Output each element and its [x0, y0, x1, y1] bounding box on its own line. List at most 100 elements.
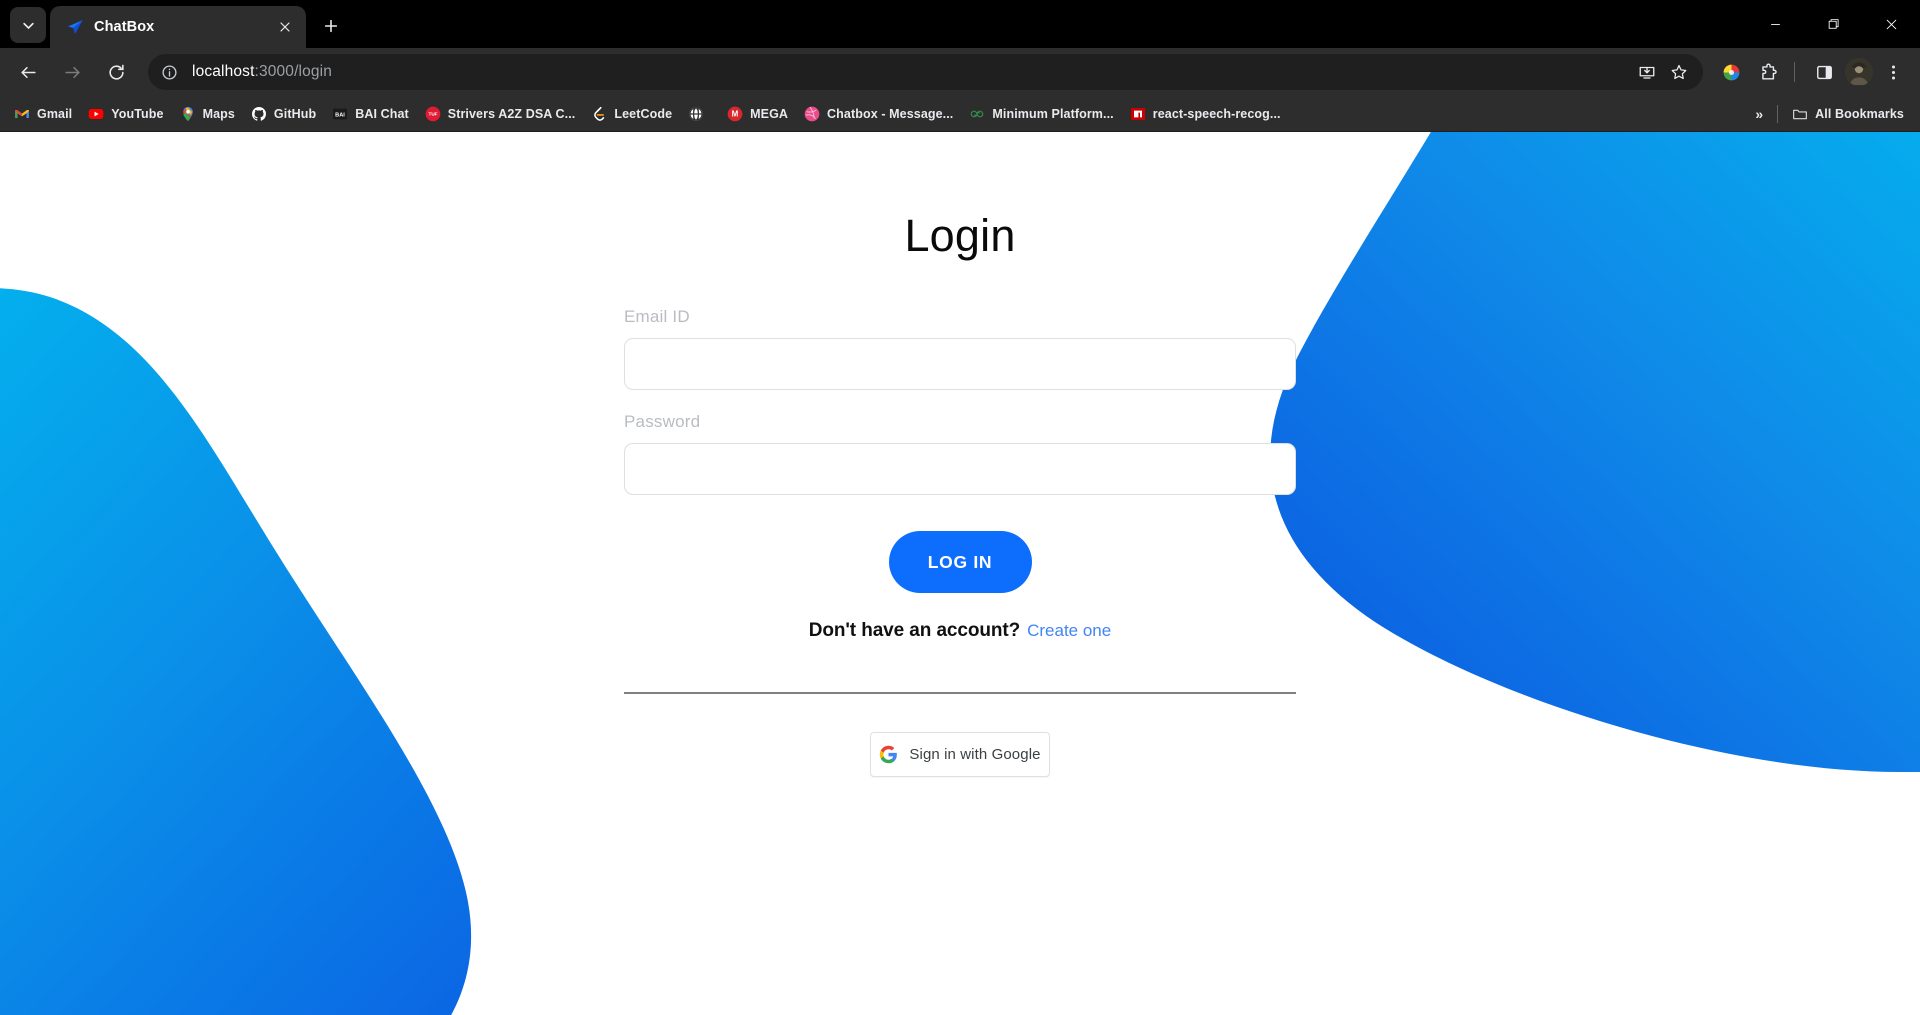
avatar-icon	[1845, 58, 1873, 86]
bookmark-github[interactable]: GitHub	[243, 101, 324, 127]
toolbar-divider	[1794, 62, 1795, 82]
page-title: Login	[904, 210, 1016, 261]
omnibox-actions	[1631, 56, 1695, 88]
decorative-blob-right	[1270, 132, 1920, 772]
tab-search-button[interactable]	[10, 7, 46, 43]
maps-icon	[180, 106, 196, 122]
email-input[interactable]	[624, 338, 1296, 390]
bookmark-label: BAI Chat	[355, 106, 409, 121]
bookmark-chatbox-message[interactable]: Chatbox - Message...	[796, 101, 961, 127]
bookmark-minimum-platform[interactable]: Minimum Platform...	[961, 101, 1121, 127]
bookmark-label: MEGA	[750, 106, 789, 121]
bookmark-mega[interactable]: M MEGA	[719, 101, 796, 127]
create-account-link[interactable]: Create one	[1027, 621, 1111, 641]
address-bar[interactable]: localhost:3000/login	[148, 54, 1703, 90]
maximize-icon	[1828, 18, 1839, 29]
side-panel-button[interactable]	[1807, 55, 1841, 89]
google-g-icon	[880, 745, 898, 764]
url-path: :3000/login	[254, 63, 333, 80]
all-bookmarks-button[interactable]: All Bookmarks	[1784, 101, 1912, 127]
chevron-down-icon	[22, 22, 34, 29]
svg-text:BAI: BAI	[335, 112, 345, 118]
plus-icon	[324, 19, 338, 33]
mega-icon: M	[727, 106, 743, 122]
maximize-button[interactable]	[1804, 0, 1862, 48]
side-panel-icon	[1816, 65, 1832, 79]
signup-question: Don't have an account?	[808, 620, 1021, 641]
forward-button[interactable]	[53, 53, 91, 91]
bookmark-label: Maps	[202, 106, 235, 121]
bookmark-label: Gmail	[37, 106, 73, 121]
color-extension-button[interactable]	[1714, 55, 1748, 89]
arrow-right-icon	[64, 66, 80, 78]
title-bar: ChatBox	[0, 0, 1920, 48]
bookmark-bai-chat[interactable]: BAI BAI Chat	[324, 101, 417, 127]
page-content: Login Email ID Password LOG IN Don't hav…	[0, 132, 1920, 1015]
bookmarks-divider	[1777, 104, 1779, 123]
google-signin-button[interactable]: Sign in with Google	[870, 732, 1050, 777]
bookmark-label: GitHub	[273, 106, 317, 121]
bookmark-label: Chatbox - Message...	[827, 106, 954, 121]
bookmarks-bar: Gmail YouTube Maps GitHub BAI BAI Chat T…	[0, 96, 1920, 132]
section-divider	[624, 692, 1296, 694]
dribbble-icon	[804, 106, 820, 122]
color-wheel-icon	[1723, 64, 1739, 80]
bookmark-label: Minimum Platform...	[992, 106, 1114, 121]
minimize-icon	[1770, 23, 1780, 25]
site-info-icon[interactable]	[154, 57, 184, 87]
close-icon[interactable]	[274, 16, 296, 38]
bookmark-globe[interactable]	[680, 101, 719, 127]
extensions-button[interactable]	[1751, 55, 1785, 89]
gmail-icon	[14, 106, 30, 122]
geeksforgeeks-icon	[969, 106, 985, 122]
bookmark-maps[interactable]: Maps	[172, 101, 243, 127]
install-app-icon[interactable]	[1631, 56, 1663, 88]
email-label: Email ID	[624, 307, 690, 326]
new-tab-button[interactable]	[314, 9, 348, 43]
tab-title: ChatBox	[94, 19, 155, 35]
url-host: localhost	[192, 63, 255, 80]
login-button[interactable]: LOG IN	[888, 531, 1032, 593]
youtube-icon	[88, 106, 104, 122]
decorative-blob-left	[0, 288, 472, 1015]
bookmark-youtube[interactable]: YouTube	[80, 101, 171, 127]
bookmark-react-speech-recognition[interactable]: react-speech-recog...	[1122, 101, 1289, 127]
all-bookmarks-label: All Bookmarks	[1815, 106, 1904, 121]
reload-button[interactable]	[97, 53, 135, 91]
signup-row: Don't have an account? Create one	[624, 620, 1296, 642]
svg-text:TUF: TUF	[428, 111, 437, 116]
chrome-menu-button[interactable]	[1876, 55, 1910, 89]
svg-text:M: M	[732, 109, 739, 118]
bookmark-label: LeetCode	[614, 106, 673, 121]
npm-icon	[1130, 106, 1146, 122]
close-window-button[interactable]	[1862, 0, 1920, 48]
close-icon	[1886, 19, 1896, 29]
puzzle-icon	[1761, 63, 1777, 80]
folder-icon	[1792, 106, 1808, 122]
paper-plane-icon	[66, 18, 84, 36]
bookmark-star-icon[interactable]	[1663, 56, 1695, 88]
three-dot-menu-icon	[1891, 64, 1895, 80]
profile-avatar[interactable]	[1845, 58, 1873, 86]
bai-chat-icon: BAI	[332, 106, 348, 122]
bookmark-label: YouTube	[111, 106, 164, 121]
bookmark-leetcode[interactable]: LeetCode	[583, 101, 680, 127]
password-input[interactable]	[624, 443, 1296, 495]
google-signin-label: Sign in with Google	[909, 746, 1041, 763]
password-field-group: Password	[624, 412, 1296, 495]
globe-icon	[688, 106, 704, 122]
browser-window: ChatBox localhost:3000/login Gmail YouTu…	[0, 0, 1920, 1015]
bookmark-gmail[interactable]: Gmail	[6, 101, 80, 127]
github-icon	[251, 106, 267, 122]
email-field-group: Email ID	[624, 307, 1296, 390]
bookmarks-overflow-button[interactable]: »	[1747, 106, 1771, 122]
back-button[interactable]	[9, 53, 47, 91]
bookmark-strivers-a2z-dsa[interactable]: TUF Strivers A2Z DSA C...	[417, 101, 584, 127]
window-controls	[1746, 0, 1920, 48]
reload-icon	[108, 64, 124, 80]
password-label: Password	[624, 412, 701, 431]
browser-tab[interactable]: ChatBox	[50, 6, 306, 48]
browser-toolbar: localhost:3000/login	[0, 48, 1920, 96]
arrow-left-icon	[20, 66, 36, 78]
minimize-button[interactable]	[1746, 0, 1804, 48]
